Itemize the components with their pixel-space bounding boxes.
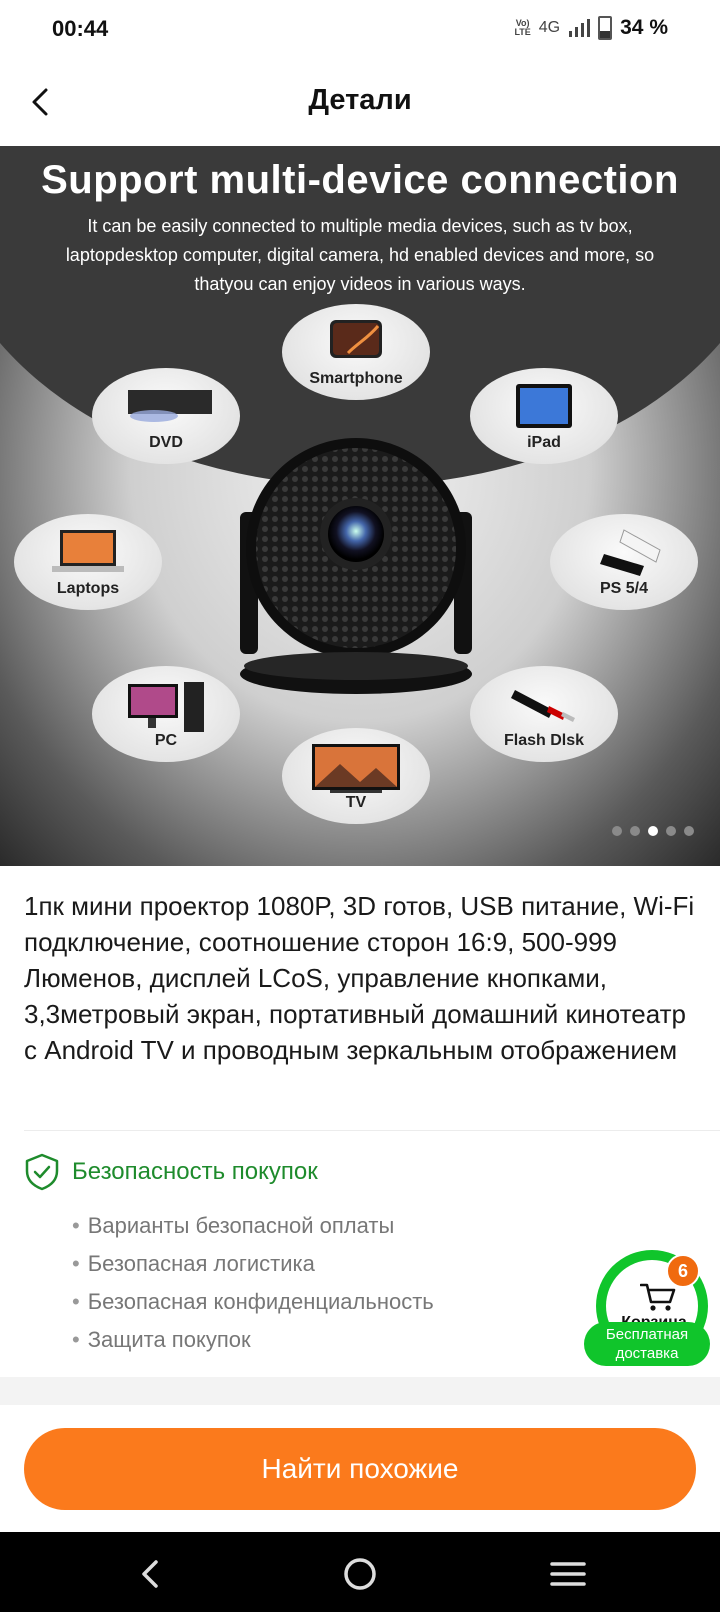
safety-title: Безопасность покупок — [72, 1158, 318, 1185]
device-laptop: Laptops — [14, 514, 162, 610]
device-label: iPad — [527, 434, 561, 451]
dvd-player-icon — [128, 390, 212, 422]
carousel-dot[interactable] — [612, 826, 622, 836]
volte-icon: Vo) LTE — [514, 18, 531, 37]
system-navigation-bar — [0, 1532, 720, 1612]
device-label: Laptops — [56, 580, 120, 597]
device-ipad: iPad — [470, 368, 618, 464]
battery-percent: 34 % — [620, 16, 668, 39]
status-time: 00:44 — [52, 16, 109, 41]
safety-list: Варианты безопасной оплаты Безопасная ло… — [72, 1207, 434, 1359]
laptop-icon — [52, 530, 124, 572]
smartphone-icon — [330, 320, 382, 358]
carousel-dot[interactable] — [630, 826, 640, 836]
hero-title: Support multi-device connection — [41, 158, 679, 202]
usb-flash-icon — [511, 690, 575, 722]
device-pc: PC — [92, 666, 240, 762]
battery-icon — [598, 16, 613, 40]
projector-image — [240, 438, 472, 694]
tablet-icon — [516, 384, 572, 428]
product-title: 1пк мини проектор 1080P, 3D готов, USB п… — [24, 891, 695, 1065]
carousel-dots — [612, 826, 694, 836]
game-console-icon — [600, 529, 661, 576]
signal-icon — [569, 19, 591, 37]
device-smartphone: Smartphone — [282, 304, 430, 400]
nav-menu-icon[interactable] — [546, 1552, 590, 1596]
safety-item: Безопасная логистика — [72, 1245, 434, 1283]
safety-header: Безопасность покупок — [24, 1153, 318, 1191]
cart-count-badge: 6 — [666, 1254, 700, 1288]
network-type: 4G — [538, 19, 561, 36]
device-label: Flash Dlsk — [503, 732, 585, 749]
hero-subtitle: It can be easily connected to multiple m… — [65, 216, 655, 294]
page-title: Детали — [308, 84, 412, 116]
cart-icon — [640, 1283, 676, 1311]
tv-icon — [312, 744, 400, 793]
status-indicators: Vo) LTE 4G 34 % — [514, 16, 668, 40]
cart-button[interactable]: Корзина 6 Бесплатная доставка — [584, 1250, 712, 1366]
device-label: DVD — [149, 434, 183, 451]
device-label: Smartphone — [309, 370, 403, 387]
carousel-dot[interactable] — [666, 826, 676, 836]
section-separator — [0, 1377, 720, 1405]
shield-check-icon — [25, 1153, 59, 1191]
nav-back-icon[interactable] — [130, 1552, 174, 1596]
nav-home-icon[interactable] — [338, 1552, 382, 1596]
safety-item: Защита покупок — [72, 1321, 434, 1359]
status-bar: 00:44 Vo) LTE 4G 34 % — [0, 0, 720, 60]
carousel-dot[interactable] — [648, 826, 658, 836]
find-similar-button[interactable]: Найти похожие — [24, 1428, 696, 1510]
free-shipping-badge: Бесплатная доставка — [584, 1322, 710, 1366]
product-image-carousel[interactable]: Support multi-device connection It can b… — [0, 146, 720, 866]
device-label: PS 5/4 — [599, 580, 649, 597]
desktop-pc-icon — [128, 682, 204, 732]
safety-item: Безопасная конфиденциальность — [72, 1283, 434, 1321]
device-label: PC — [154, 732, 178, 749]
carousel-dot[interactable] — [684, 826, 694, 836]
top-header: Детали — [0, 60, 720, 146]
device-dvd: DVD — [92, 368, 240, 464]
safety-item: Варианты безопасной оплаты — [72, 1207, 434, 1245]
device-ps: PS 5/4 — [550, 514, 698, 610]
device-tv: TV — [282, 728, 430, 824]
device-label: TV — [345, 794, 367, 811]
device-flash: Flash Dlsk — [470, 666, 618, 762]
